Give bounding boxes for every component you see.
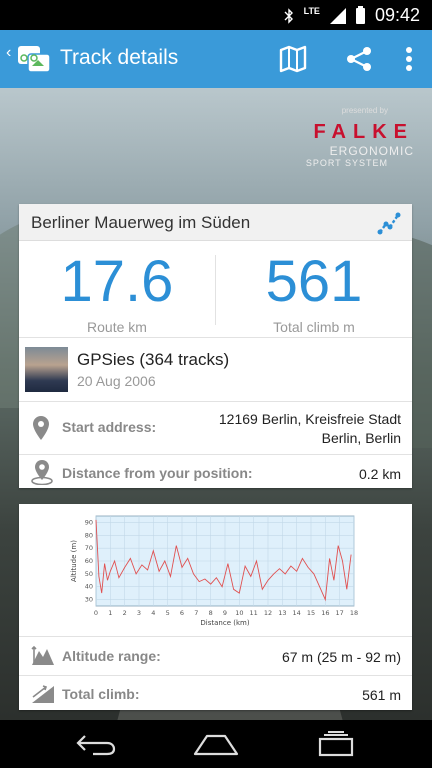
total-climb-value: 561 m — [362, 687, 401, 703]
clock: 09:42 — [374, 5, 420, 25]
status-bar: LTE 09:42 — [0, 0, 432, 30]
up-chevron-icon[interactable]: ‹ — [6, 44, 11, 62]
author-name: GPSies (364 tracks) — [77, 350, 230, 369]
location-pin-icon — [33, 416, 49, 440]
ad-brand: FALKE — [313, 121, 414, 143]
recents-icon — [318, 731, 354, 757]
x-tick-label: 7 — [194, 609, 198, 617]
card-header: Berliner Mauerweg im Süden — [19, 204, 412, 241]
y-tick-label: 70 — [85, 544, 93, 552]
x-tick-label: 11 — [250, 609, 258, 617]
start-address-label: Start address: — [62, 419, 157, 435]
back-icon — [76, 735, 116, 756]
avatar — [25, 347, 68, 392]
y-tick-label: 80 — [85, 531, 93, 539]
home-icon — [193, 734, 239, 756]
y-axis-label: Altitude (m) — [70, 540, 78, 582]
mountain-icon — [31, 645, 54, 665]
distance-value: 0.2 km — [358, 466, 401, 482]
track-date: 20 Aug 2006 — [77, 373, 156, 389]
app-logo-icon[interactable] — [16, 42, 52, 76]
x-tick-label: 15 — [307, 609, 315, 617]
elevation-chart-container[interactable]: 0 1 2 3 4 5 6 7 8 9 10 11 12 13 14 15 16 17 18 30 40 50 60 70 80… — [19, 504, 412, 637]
x-tick-label: 13 — [278, 609, 286, 617]
signal-icon — [329, 7, 346, 24]
x-tick-label: 16 — [321, 609, 329, 617]
bluetooth-icon — [284, 7, 293, 24]
start-address-line1: 12169 Berlin, Kreisfreie Stadt — [218, 411, 401, 427]
action-bar: ‹ Track details — [0, 30, 432, 88]
elevation-chart[interactable]: 0 1 2 3 4 5 6 7 8 9 10 11 12 13 14 15 16 17 18304050607080… — [19, 504, 412, 636]
climb-stat: 561 Total climb m — [216, 241, 412, 336]
share-icon — [347, 47, 371, 71]
y-tick-label: 40 — [85, 583, 93, 591]
distance-row: Distance from your position: 0.2 km — [19, 455, 412, 489]
overflow-menu-button[interactable] — [394, 42, 424, 76]
x-tick-label: 14 — [293, 609, 301, 617]
slope-icon — [32, 685, 54, 703]
altitude-range-value: 67 m (25 m - 92 m) — [281, 649, 401, 665]
x-tick-label: 10 — [235, 609, 243, 617]
x-tick-label: 0 — [94, 609, 98, 617]
x-tick-label: 6 — [180, 609, 184, 617]
total-climb-row: Total climb: 561 m — [19, 676, 412, 710]
map-icon — [279, 45, 307, 73]
climb-label: Total climb m — [273, 319, 355, 335]
start-address-value: 12169 Berlin, Kreisfreie Stadt Berlin, B… — [219, 410, 401, 448]
route-value: 17.6 — [60, 249, 174, 314]
navigation-bar — [0, 720, 432, 768]
route-stat: 17.6 Route km — [19, 241, 215, 336]
track-route-icon[interactable] — [376, 210, 402, 236]
y-tick-label: 50 — [85, 570, 93, 578]
start-address-row[interactable]: Start address: 12169 Berlin, Kreisfreie … — [19, 402, 412, 455]
x-tick-label: 17 — [336, 609, 344, 617]
recents-button[interactable] — [306, 726, 366, 762]
x-tick-label: 8 — [209, 609, 213, 617]
x-tick-label: 2 — [123, 609, 127, 617]
network-type: LTE — [303, 5, 320, 16]
track-name: Berliner Mauerweg im Süden — [31, 213, 251, 232]
x-tick-label: 3 — [137, 609, 141, 617]
x-axis-label: Distance (km) — [200, 619, 249, 627]
author-row[interactable]: GPSies (364 tracks) 20 Aug 2006 — [19, 338, 412, 402]
sponsor-ad[interactable]: presented by FALKE ERGONOMIC SPORT SYSTE… — [264, 106, 414, 168]
y-tick-label: 90 — [85, 518, 93, 526]
altitude-range-row: Altitude range: 67 m (25 m - 92 m) — [19, 637, 412, 676]
climb-value: 561 — [265, 249, 363, 314]
route-label: Route km — [87, 319, 147, 335]
stats-row: 17.6 Route km 561 Total climb m — [19, 241, 412, 338]
y-tick-label: 60 — [85, 557, 93, 565]
screen-title: Track details — [60, 46, 179, 69]
home-button[interactable] — [186, 726, 246, 762]
ad-line1: ERGONOMIC — [329, 144, 414, 158]
total-climb-label: Total climb: — [62, 686, 140, 702]
ad-presented-by: presented by — [341, 106, 388, 115]
my-location-pin-icon — [31, 460, 53, 485]
elevation-card: 0 1 2 3 4 5 6 7 8 9 10 11 12 13 14 15 16 17 18 30 40 50 60 70 80… — [19, 504, 412, 710]
x-tick-label: 9 — [223, 609, 227, 617]
x-tick-label: 1 — [108, 609, 112, 617]
x-tick-label: 4 — [151, 609, 155, 617]
y-tick-label: 30 — [85, 596, 93, 604]
x-tick-label: 12 — [264, 609, 272, 617]
share-button[interactable] — [342, 42, 376, 76]
map-button[interactable] — [276, 42, 310, 76]
overflow-menu-icon — [406, 47, 412, 71]
battery-icon — [355, 5, 365, 24]
start-address-line2: Berlin, Berlin — [321, 430, 401, 446]
ad-line2: SPORT SYSTEM — [305, 158, 388, 168]
distance-label: Distance from your position: — [62, 465, 253, 481]
altitude-range-label: Altitude range: — [62, 648, 161, 664]
back-button[interactable] — [66, 726, 126, 762]
x-tick-label: 5 — [166, 609, 170, 617]
track-summary-card: Berliner Mauerweg im Süden 17.6 Route km… — [19, 204, 412, 488]
x-tick-label: 18 — [350, 609, 358, 617]
